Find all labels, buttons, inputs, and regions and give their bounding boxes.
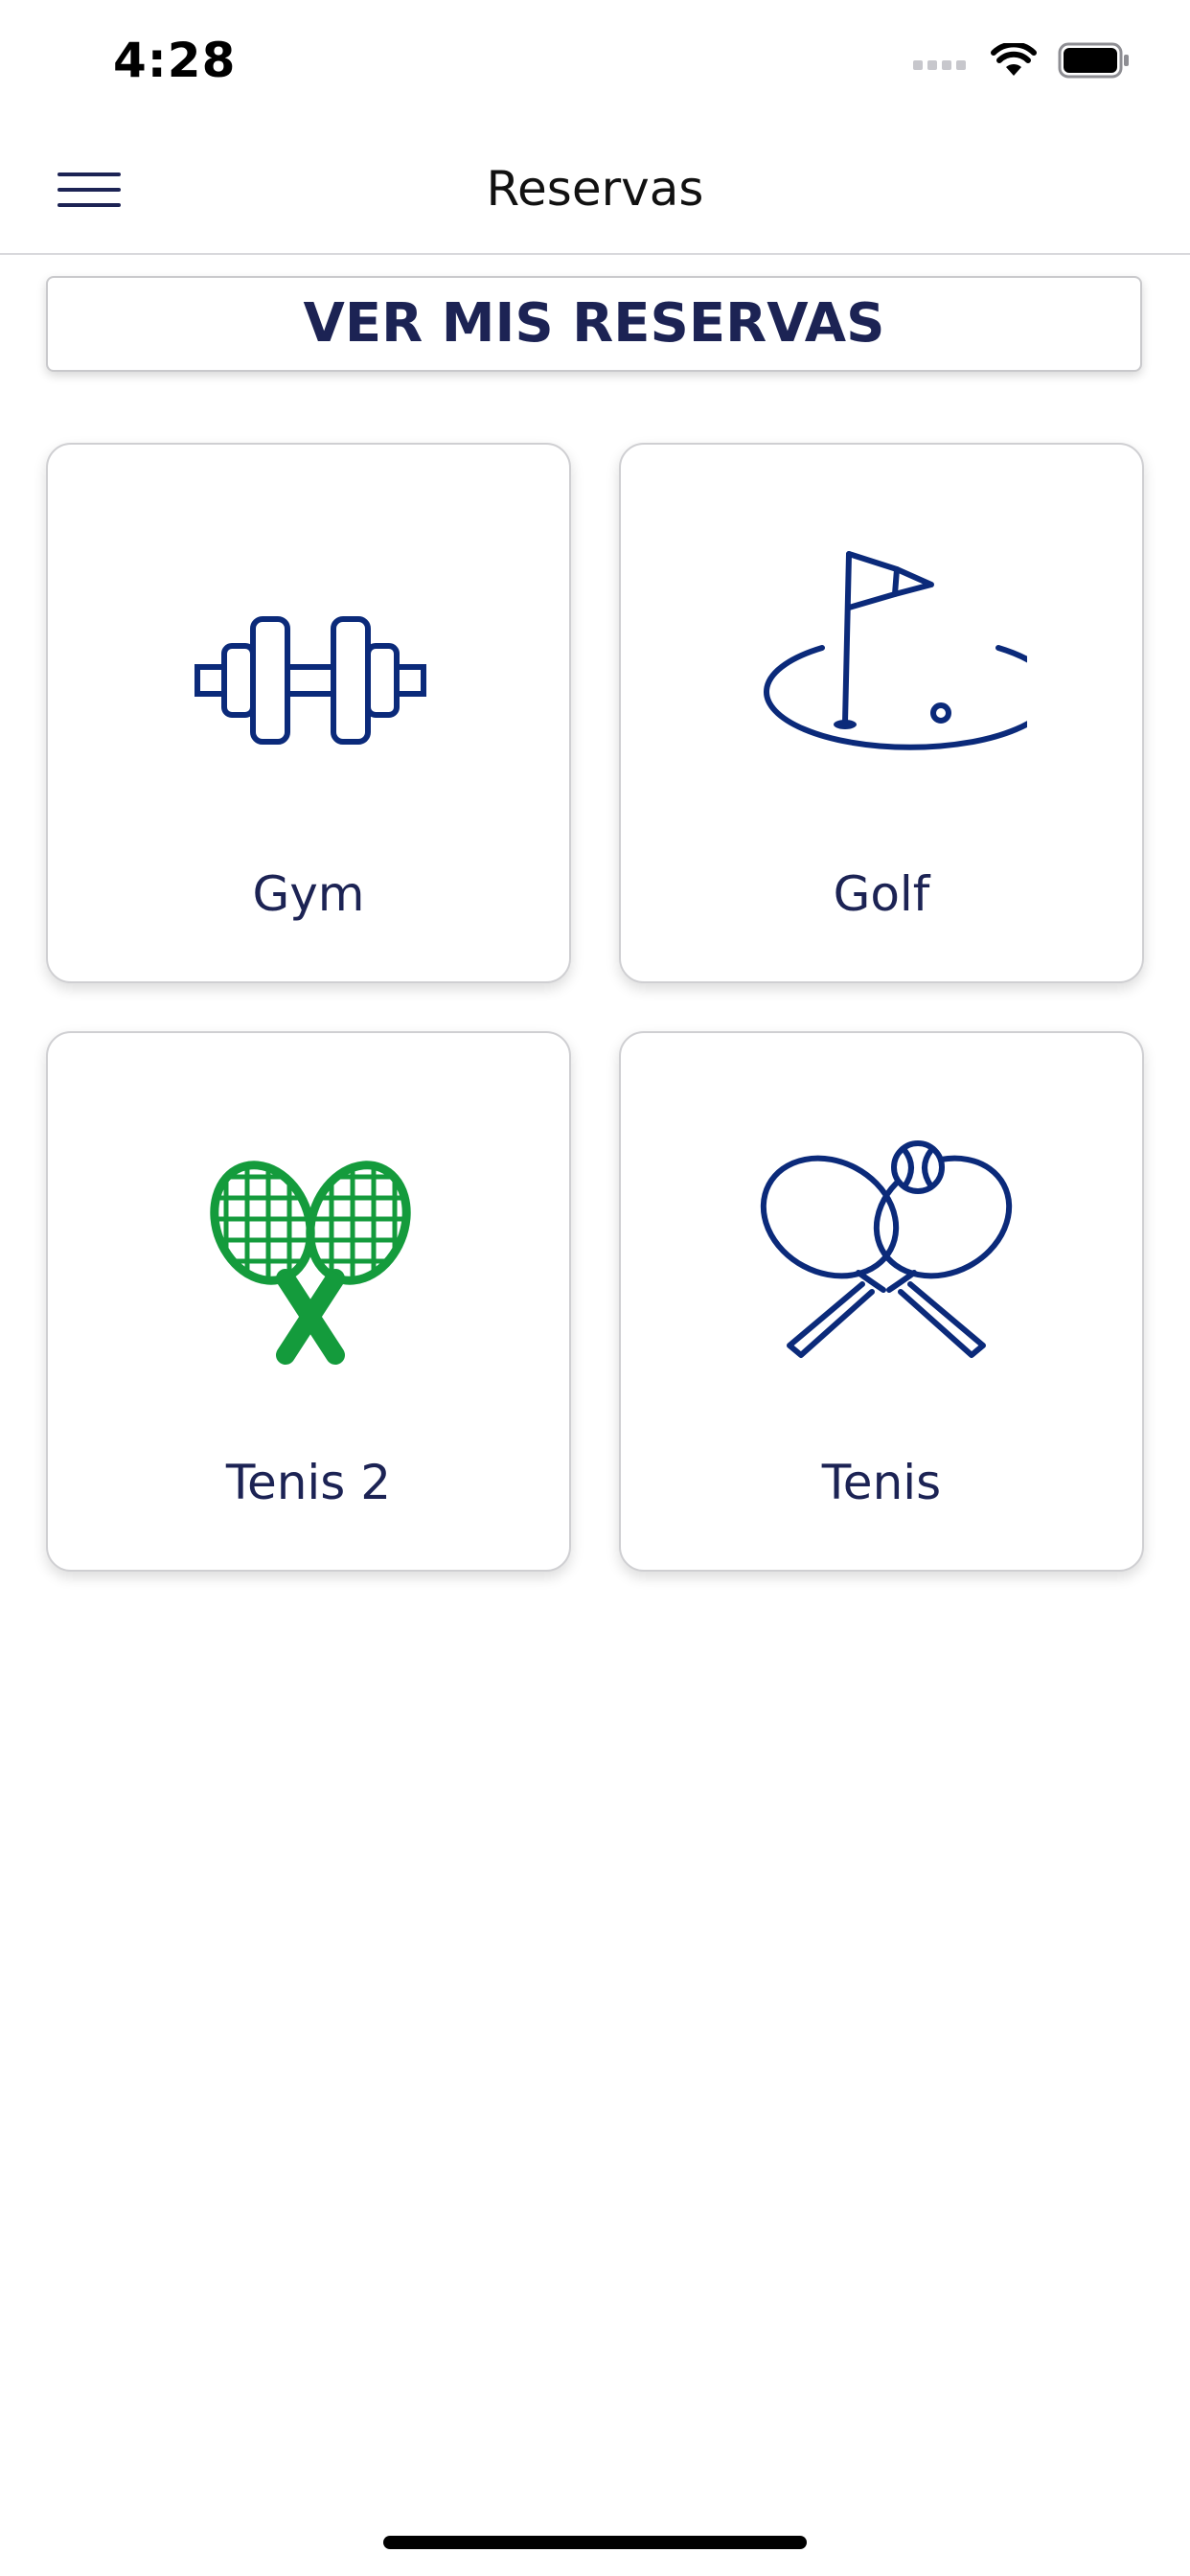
status-icons bbox=[913, 42, 1131, 79]
home-indicator[interactable] bbox=[383, 2536, 807, 2549]
tennis-rackets-ball-icon bbox=[760, 1140, 1013, 1358]
ver-mis-reservas-button[interactable]: VER MIS RESERVAS bbox=[46, 276, 1142, 372]
status-bar: 4:28 bbox=[0, 0, 1190, 126]
card-label: Tenis bbox=[821, 1455, 942, 1510]
page-title: Reservas bbox=[486, 161, 704, 217]
screen: 4:28 Reservas VER MIS RESERVAS Gym Golf … bbox=[0, 0, 1190, 2576]
card-gym[interactable]: Gym bbox=[46, 443, 571, 983]
card-tenis-2[interactable]: Tenis 2 bbox=[46, 1031, 571, 1572]
dumbbell-icon bbox=[195, 616, 426, 745]
golf-flag-icon bbox=[764, 551, 1027, 750]
card-label: Golf bbox=[833, 866, 930, 922]
wifi-icon bbox=[991, 43, 1037, 76]
nav-bar: Reservas bbox=[0, 126, 1190, 255]
card-label: Tenis 2 bbox=[225, 1455, 392, 1510]
battery-icon bbox=[1058, 42, 1129, 79]
tennis-rackets-green-icon bbox=[205, 1150, 416, 1365]
signal-icon bbox=[913, 60, 966, 70]
status-time: 4:28 bbox=[113, 33, 237, 88]
card-golf[interactable]: Golf bbox=[619, 443, 1144, 983]
card-label: Gym bbox=[252, 866, 365, 922]
card-tenis[interactable]: Tenis bbox=[619, 1031, 1144, 1572]
